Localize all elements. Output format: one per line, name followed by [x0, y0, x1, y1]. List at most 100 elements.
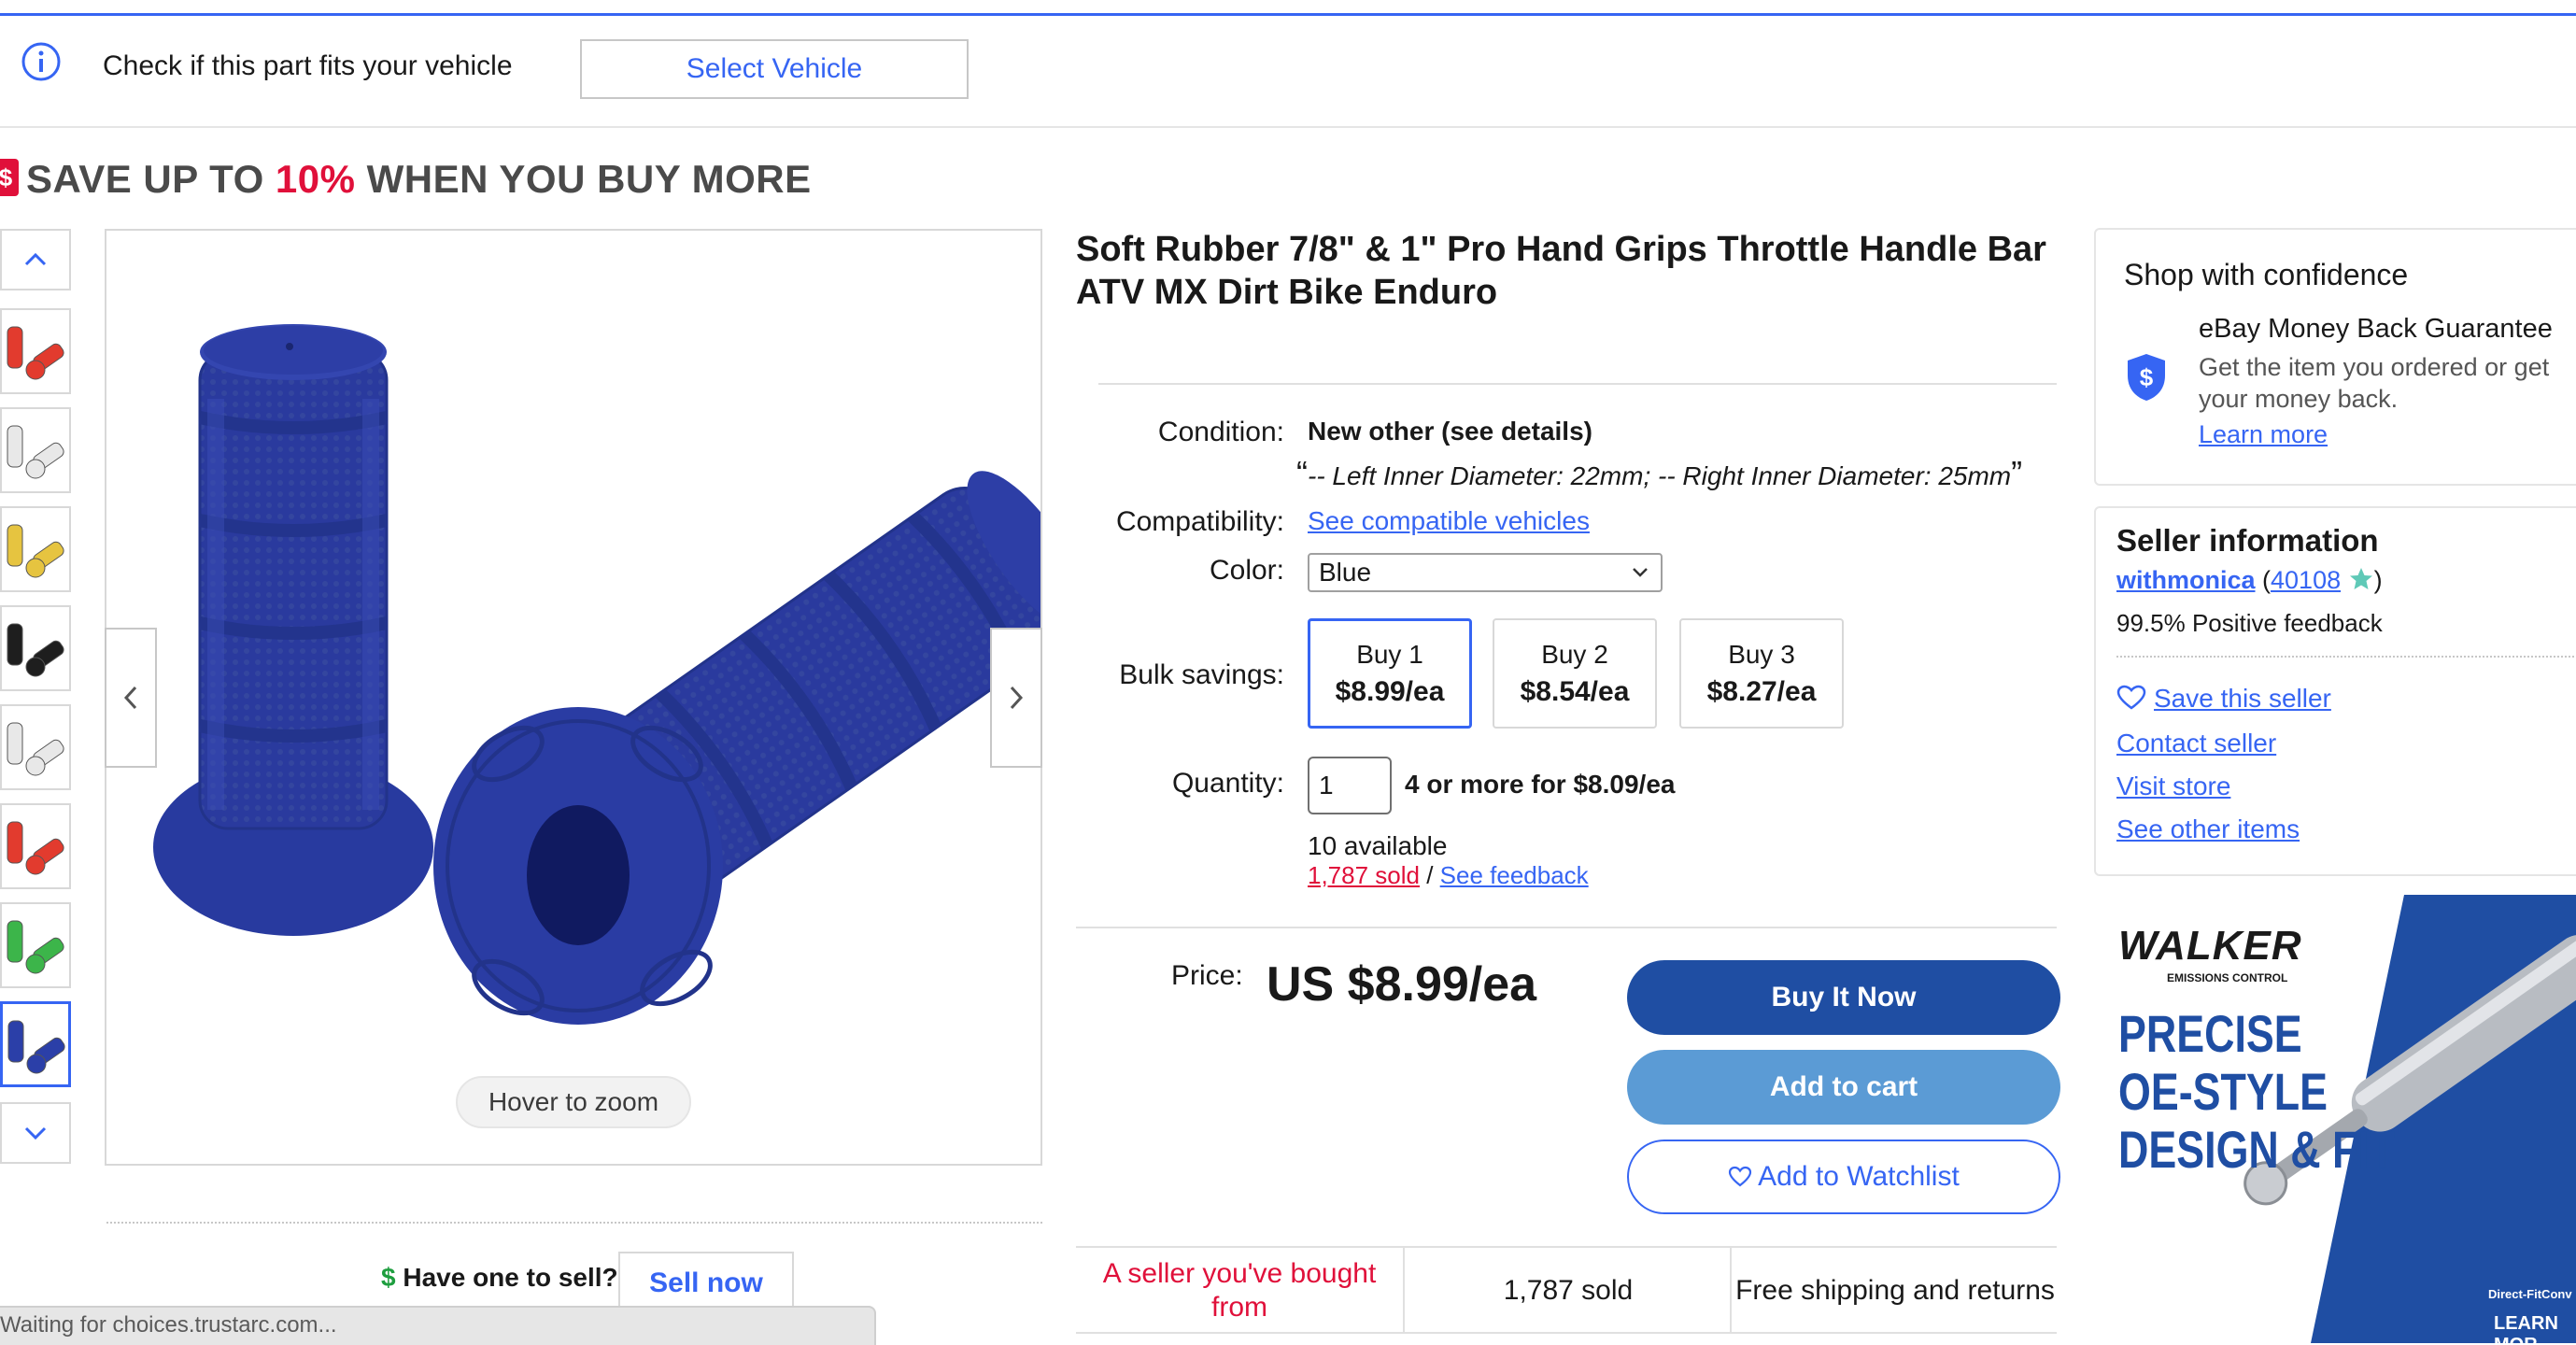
thumbnail-image: [7, 821, 64, 875]
chevron-down-icon: [24, 1126, 47, 1140]
contact-seller-link[interactable]: Contact seller: [2116, 729, 2276, 758]
thumbnail-white[interactable]: [0, 407, 71, 493]
thumbnail-image: [7, 1020, 65, 1074]
ad-headline: PRECISE OE-STYLE DESIGN & FIT: [2118, 1005, 2395, 1179]
product-image-grips: [153, 324, 1088, 1025]
see-feedback-link[interactable]: See feedback: [1440, 861, 1589, 889]
separator: /: [1419, 861, 1440, 889]
main-product-image[interactable]: [105, 229, 1088, 1166]
divider: [1076, 1246, 2057, 1248]
save-banner-percent: 10%: [275, 157, 356, 201]
ad-line-2: OE-STYLE: [2118, 1062, 2328, 1121]
see-other-items-link[interactable]: See other items: [2116, 814, 2300, 844]
browser-status-bar: Waiting for choices.trustarc.com...: [0, 1306, 876, 1345]
badge-bought-from: A seller you've bought from: [1102, 1258, 1377, 1323]
thumbnail-image: [7, 722, 64, 776]
thumbnail-green[interactable]: [0, 902, 71, 988]
watchlist-label: Add to Watchlist: [1758, 1161, 1960, 1192]
bulk-qty: Buy 2: [1541, 640, 1608, 669]
badge-free-shipping: Free shipping and returns: [1735, 1275, 2055, 1306]
color-select[interactable]: Blue: [1308, 553, 1663, 592]
seller-score-link[interactable]: 40108: [2271, 566, 2341, 594]
seller-info-title: Seller information: [2116, 523, 2379, 558]
have-one-to-sell: $ Have one to sell?: [381, 1263, 618, 1293]
select-vehicle-button[interactable]: Select Vehicle: [580, 39, 969, 99]
dollar-icon: $: [381, 1263, 396, 1292]
save-banner-suffix: WHEN YOU BUY MORE: [355, 157, 812, 201]
ad-line-3: DESIGN & FIT: [2118, 1120, 2396, 1179]
open-quote-icon: “: [1296, 454, 1308, 492]
star-icon: [2349, 568, 2372, 589]
close-quote-icon: ”: [2011, 454, 2023, 492]
thumbnails-down-button[interactable]: [0, 1102, 71, 1164]
condition-value: New other (see details): [1308, 417, 1592, 446]
bulk-option-buy-1[interactable]: Buy 1 $8.99/ea: [1308, 618, 1472, 729]
thumbnail-yellow[interactable]: [0, 506, 71, 592]
sold-feedback-row: 1,787 sold / See feedback: [1308, 861, 1589, 890]
price-label: Price:: [1171, 960, 1243, 991]
top-accent-line: [0, 13, 2576, 16]
badge-sold-count: 1,787 sold: [1503, 1275, 1634, 1306]
have-one-text: Have one to sell?: [403, 1263, 618, 1292]
compatibility-label: Compatibility:: [1115, 506, 1284, 537]
divider: [1076, 927, 2057, 928]
thumbnail-white[interactable]: [0, 704, 71, 790]
color-label: Color:: [1209, 555, 1284, 586]
add-to-cart-button[interactable]: Add to cart: [1627, 1050, 2060, 1125]
sold-count-link[interactable]: 1,787 sold: [1308, 861, 1420, 889]
save-seller-link[interactable]: Save this seller: [2154, 684, 2331, 713]
bulk-option-buy-3[interactable]: Buy 3 $8.27/ea: [1679, 618, 1844, 729]
chevron-up-icon: [24, 252, 47, 266]
next-image-button[interactable]: [990, 628, 1042, 768]
save-banner-prefix: SAVE UP TO: [26, 157, 276, 201]
bulk-price: $8.54/ea: [1520, 676, 1630, 707]
seller-name-link[interactable]: withmonica: [2116, 566, 2256, 594]
see-compatible-vehicles-link[interactable]: See compatible vehicles: [1308, 506, 1590, 536]
chevron-down-icon: [1633, 568, 1648, 577]
save-seller-row[interactable]: Save this seller: [2116, 684, 2331, 714]
thumbnail-black[interactable]: [0, 605, 71, 691]
quantity-label: Quantity:: [1171, 768, 1284, 799]
add-to-watchlist-button[interactable]: Add to Watchlist: [1627, 1140, 2060, 1214]
bulk-qty: Buy 3: [1728, 640, 1795, 669]
info-icon: [21, 41, 62, 82]
guarantee-title: eBay Money Back Guarantee: [2199, 314, 2553, 344]
dotted-divider: [2116, 656, 2574, 658]
previous-image-button[interactable]: [105, 628, 157, 768]
thumbnail-image: [7, 425, 64, 479]
bulk-qty: Buy 1: [1356, 640, 1423, 669]
ad-cta[interactable]: LEARN MOR: [2494, 1313, 2576, 1343]
hover-to-zoom-label: Hover to zoom: [456, 1076, 691, 1128]
thumbnail-red[interactable]: [0, 308, 71, 394]
seller-feedback: 99.5% Positive feedback: [2116, 609, 2383, 637]
bulk-price: $8.27/ea: [1706, 676, 1817, 707]
listing-title: Soft Rubber 7/8" & 1" Pro Hand Grips Thr…: [1076, 230, 2046, 312]
thumbnail-blue[interactable]: [0, 1001, 71, 1087]
divider: [0, 126, 2576, 128]
dotted-divider: [106, 1222, 1042, 1224]
learn-more-link[interactable]: Learn more: [2199, 420, 2328, 449]
shield-icon: $: [2124, 351, 2169, 408]
ad-line-1: PRECISE: [2118, 1004, 2302, 1063]
quantity-input[interactable]: [1308, 757, 1392, 814]
thumbnail-red[interactable]: [0, 803, 71, 889]
bulk-savings-label: Bulk savings:: [1119, 659, 1284, 690]
thumbnail-image: [7, 623, 64, 677]
chevron-left-icon: [123, 686, 137, 710]
savings-icon: $: [0, 159, 19, 196]
ad-small-text: Direct-FitConv: [2488, 1287, 2572, 1301]
available-count: 10 available: [1308, 831, 1448, 860]
guarantee-text: Get the item you ordered or get your mon…: [2199, 353, 2550, 413]
thumbnails-up-button[interactable]: [0, 229, 71, 290]
visit-store-link[interactable]: Visit store: [2116, 772, 2230, 801]
price-value: US $8.99/ea: [1267, 957, 1537, 1012]
ad-brand: WALKER: [2118, 923, 2302, 969]
svg-text:$: $: [2140, 363, 2154, 391]
advertisement-banner[interactable]: WALKER EMISSIONS CONTROL PRECISE OE-STYL…: [2096, 895, 2576, 1343]
heart-icon: [1729, 1166, 1752, 1187]
buy-it-now-button[interactable]: Buy It Now: [1627, 960, 2060, 1035]
color-select-value: Blue: [1319, 558, 1372, 587]
bulk-option-buy-2[interactable]: Buy 2 $8.54/ea: [1493, 618, 1657, 729]
condition-label: Condition:: [1157, 417, 1284, 447]
save-banner: SAVE UP TO 10% WHEN YOU BUY MORE: [26, 157, 812, 202]
